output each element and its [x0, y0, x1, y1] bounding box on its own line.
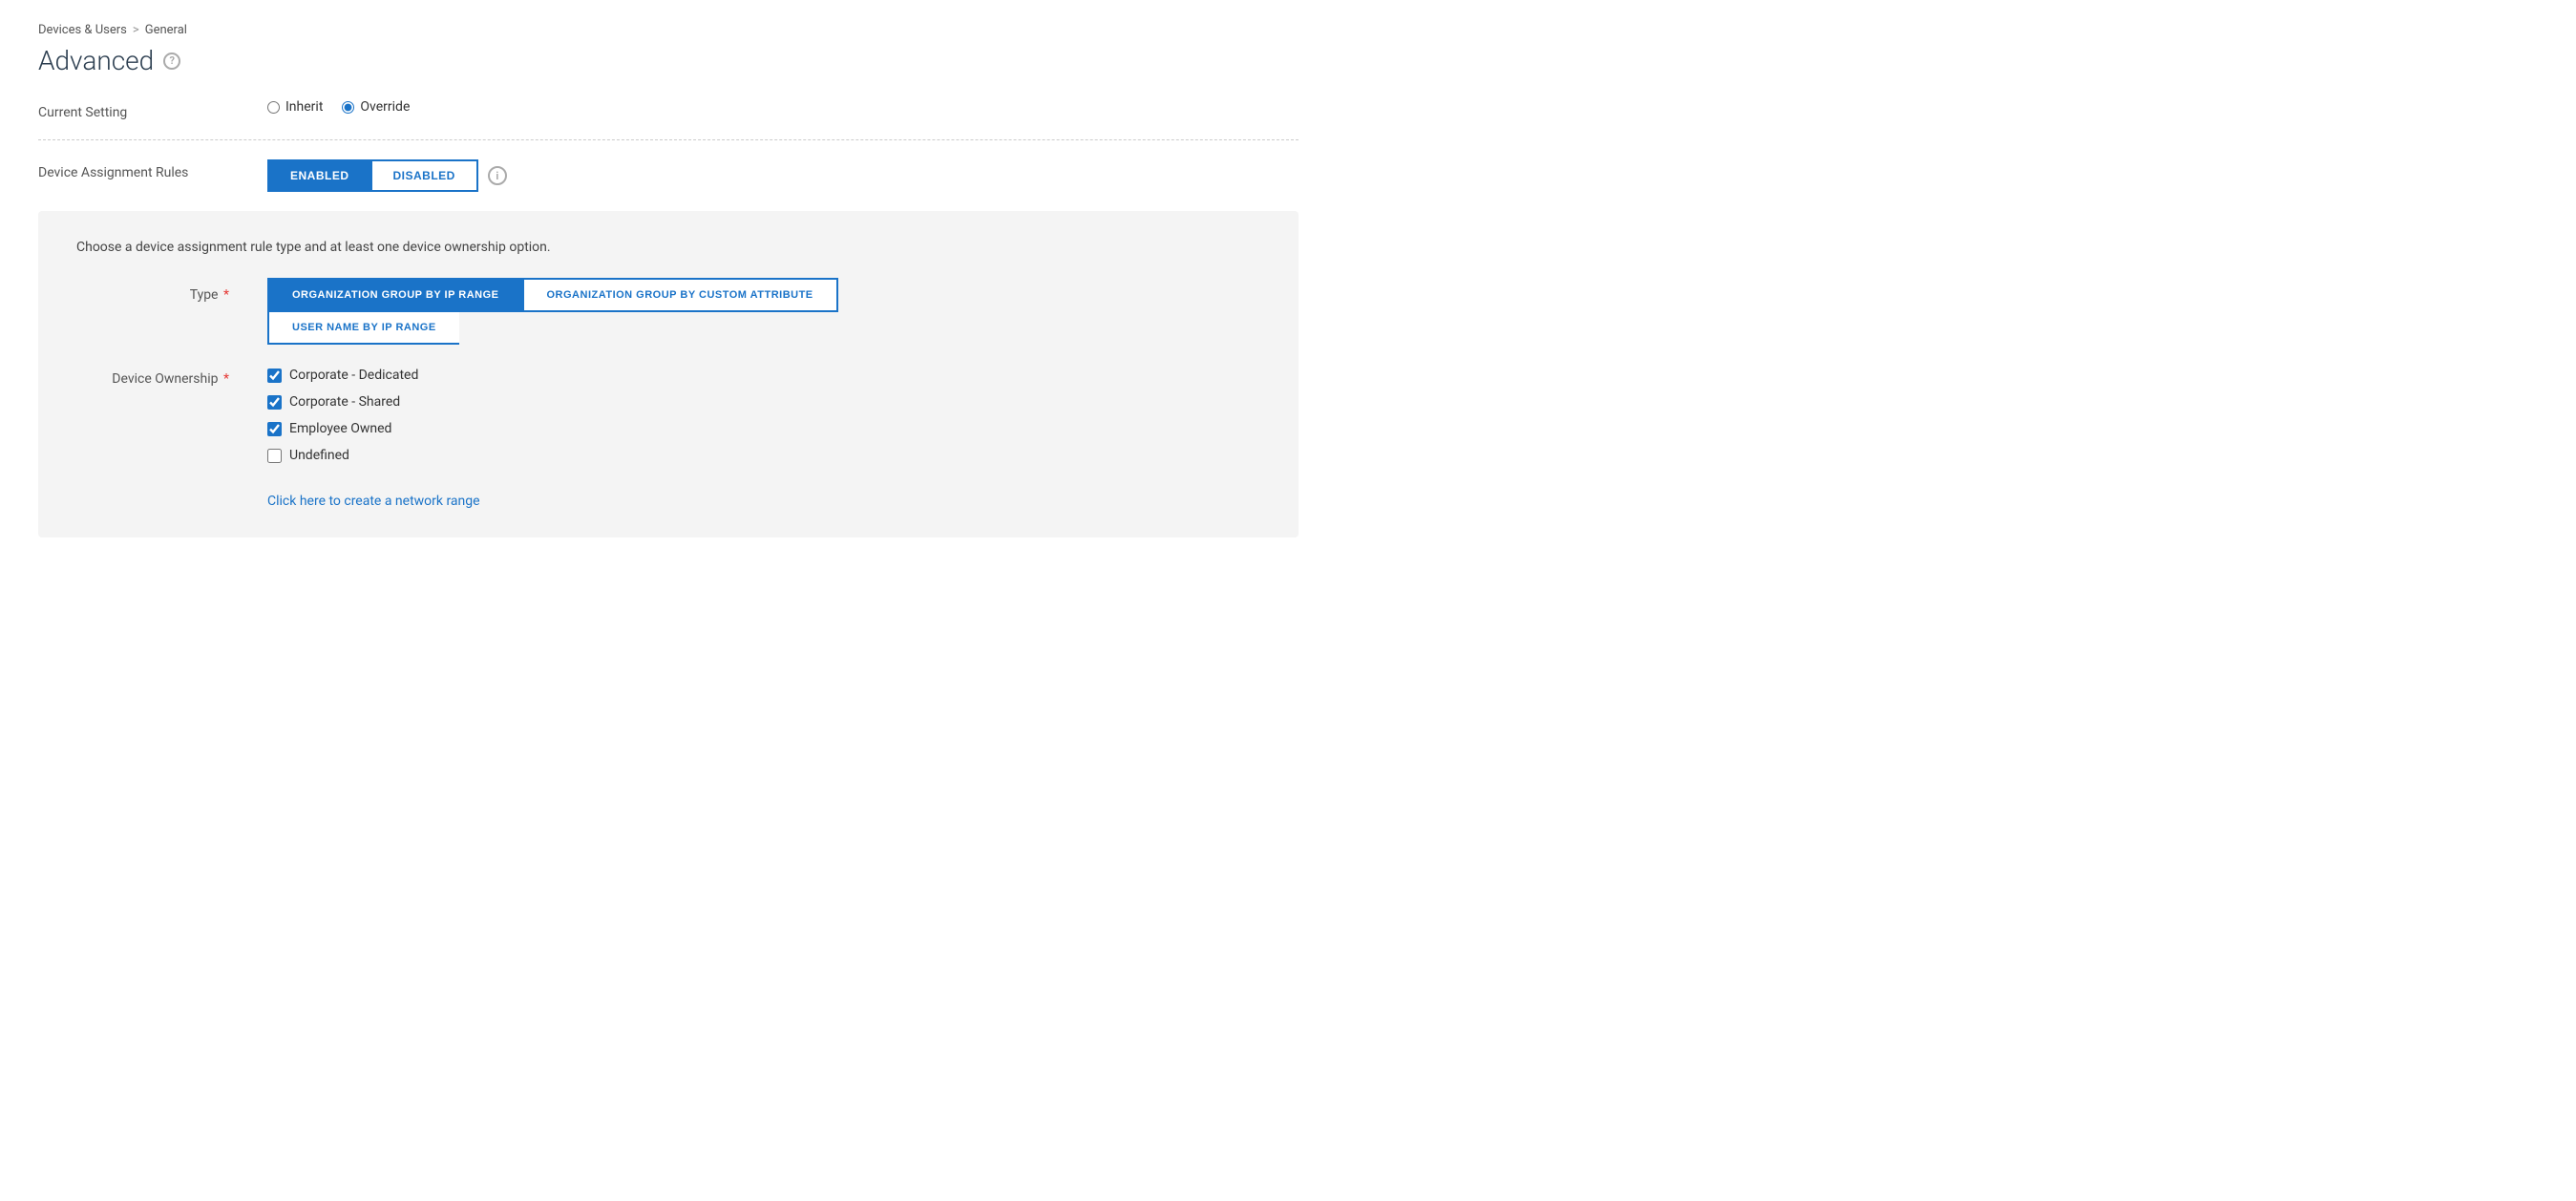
- breadcrumb-part1[interactable]: Devices & Users: [38, 23, 127, 37]
- employee-owned-checkbox[interactable]: [267, 422, 282, 436]
- corporate-dedicated-option[interactable]: Corporate - Dedicated: [267, 368, 418, 383]
- type-btn-org-group-ip[interactable]: ORGANIZATION GROUP BY IP RANGE: [267, 278, 522, 312]
- assignment-info-icon[interactable]: i: [488, 166, 507, 185]
- device-assignment-row: Device Assignment Rules ENABLED DISABLED…: [38, 159, 1299, 192]
- disabled-button[interactable]: DISABLED: [370, 159, 478, 192]
- ownership-required: *: [220, 371, 229, 387]
- override-radio[interactable]: [342, 101, 354, 114]
- current-setting-radio-group: Inherit Override: [267, 99, 410, 115]
- type-btn-row-1: ORGANIZATION GROUP BY IP RANGE ORGANIZAT…: [267, 278, 838, 312]
- inherit-radio[interactable]: [267, 101, 280, 114]
- corporate-shared-option[interactable]: Corporate - Shared: [267, 394, 418, 410]
- type-buttons-container: ORGANIZATION GROUP BY IP RANGE ORGANIZAT…: [267, 278, 838, 345]
- override-option[interactable]: Override: [342, 99, 410, 115]
- ownership-label: Device Ownership *: [76, 368, 229, 387]
- current-setting-label: Current Setting: [38, 99, 229, 120]
- undefined-option[interactable]: Undefined: [267, 448, 418, 463]
- undefined-checkbox[interactable]: [267, 449, 282, 463]
- current-setting-row: Current Setting Inherit Override: [38, 99, 1299, 120]
- corporate-shared-checkbox[interactable]: [267, 395, 282, 410]
- card-description: Choose a device assignment rule type and…: [76, 240, 1260, 255]
- type-btn-row-2: USER NAME BY IP RANGE: [267, 312, 838, 345]
- create-network-range-link[interactable]: Click here to create a network range: [267, 494, 480, 509]
- divider: [38, 139, 1299, 140]
- corporate-dedicated-checkbox[interactable]: [267, 369, 282, 383]
- breadcrumb: Devices & Users > General: [38, 23, 1299, 37]
- page-title-container: Advanced ?: [38, 45, 1299, 76]
- help-icon[interactable]: ?: [163, 53, 180, 70]
- corporate-dedicated-label: Corporate - Dedicated: [289, 368, 418, 383]
- type-required: *: [220, 287, 229, 303]
- breadcrumb-part2[interactable]: General: [145, 23, 187, 37]
- undefined-label: Undefined: [289, 448, 349, 463]
- employee-owned-label: Employee Owned: [289, 421, 391, 436]
- inherit-label: Inherit: [285, 99, 323, 115]
- type-label: Type *: [76, 278, 229, 303]
- ownership-checkbox-list: Corporate - Dedicated Corporate - Shared…: [267, 368, 418, 463]
- enabled-button[interactable]: ENABLED: [267, 159, 370, 192]
- ownership-section: Device Ownership * Corporate - Dedicated…: [76, 368, 1260, 463]
- type-btn-org-group-custom[interactable]: ORGANIZATION GROUP BY CUSTOM ATTRIBUTE: [522, 278, 838, 312]
- assignment-toggle-group: ENABLED DISABLED: [267, 159, 478, 192]
- type-btn-user-name-ip[interactable]: USER NAME BY IP RANGE: [267, 310, 459, 345]
- corporate-shared-label: Corporate - Shared: [289, 394, 400, 410]
- device-assignment-label: Device Assignment Rules: [38, 159, 229, 180]
- page-title: Advanced: [38, 45, 154, 76]
- override-label: Override: [360, 99, 410, 115]
- type-section: Type * ORGANIZATION GROUP BY IP RANGE OR…: [76, 278, 1260, 345]
- breadcrumb-separator: >: [133, 23, 139, 37]
- employee-owned-option[interactable]: Employee Owned: [267, 421, 418, 436]
- assignment-card: Choose a device assignment rule type and…: [38, 211, 1299, 537]
- inherit-option[interactable]: Inherit: [267, 99, 323, 115]
